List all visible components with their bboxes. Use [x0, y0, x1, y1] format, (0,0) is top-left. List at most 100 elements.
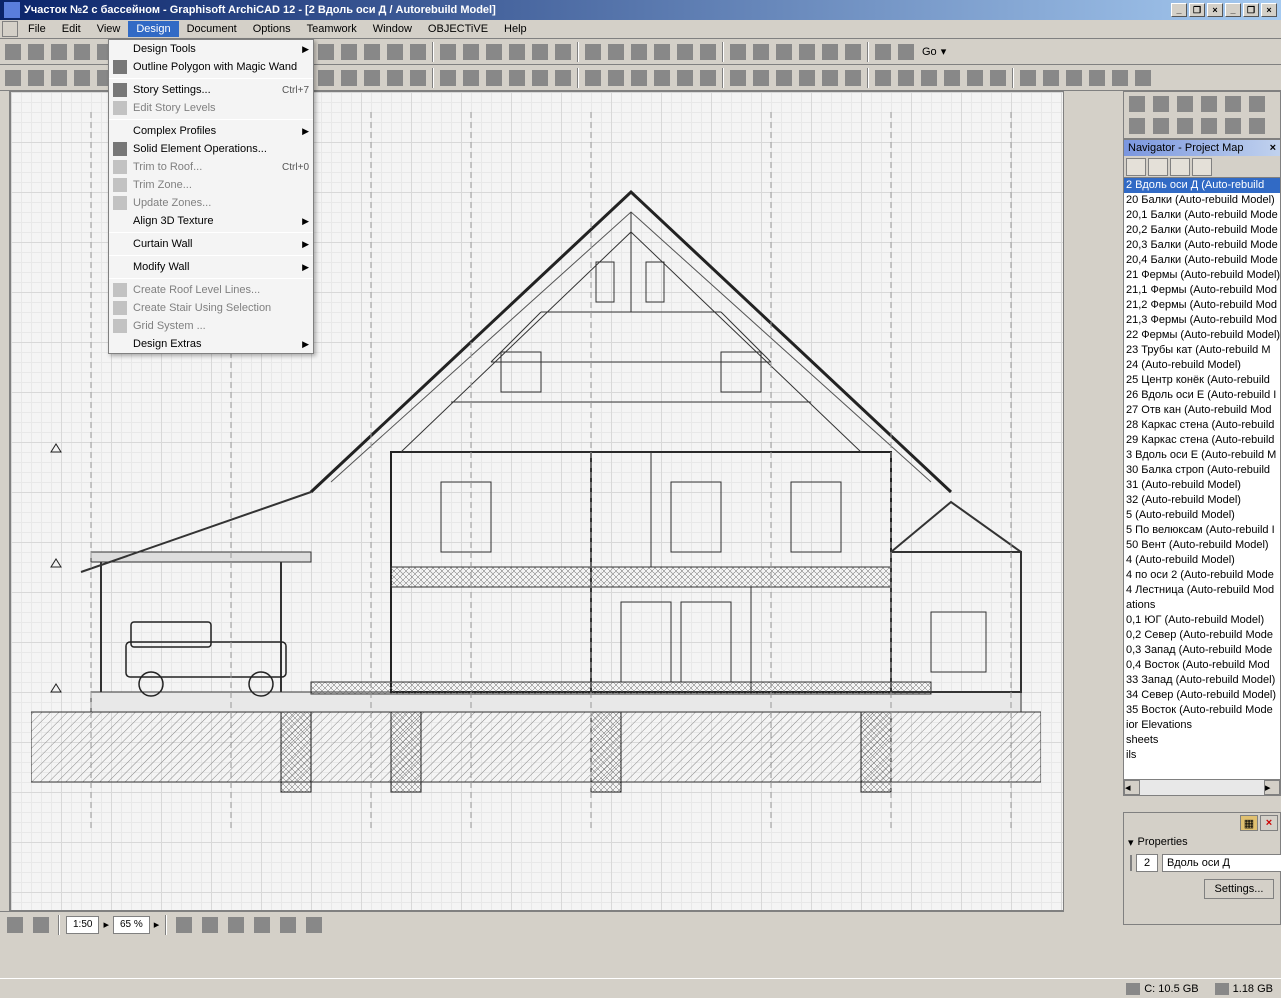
- toolbar2-btn-26[interactable]: [628, 67, 650, 89]
- toolbar1-btn-30[interactable]: [727, 41, 749, 63]
- toolbar1-btn-3[interactable]: [71, 41, 93, 63]
- toolbar1-btn-15[interactable]: [361, 41, 383, 63]
- toolbar1-btn-25[interactable]: [605, 41, 627, 63]
- navigator-item[interactable]: ils: [1124, 748, 1280, 763]
- toolbar1-btn-13[interactable]: [315, 41, 337, 63]
- navigator-item[interactable]: sheets: [1124, 733, 1280, 748]
- toolbar2-btn-15[interactable]: [361, 67, 383, 89]
- props-btn-1[interactable]: ▦: [1240, 815, 1258, 831]
- toolbar1-btn-34[interactable]: [819, 41, 841, 63]
- navigator-item[interactable]: 20,1 Балки (Auto-rebuild Mode: [1124, 208, 1280, 223]
- toolbar1-btn-23[interactable]: [552, 41, 574, 63]
- toolbar2-btn-34[interactable]: [819, 67, 841, 89]
- design-menu-item-1[interactable]: Outline Polygon with Magic Wand: [109, 58, 313, 76]
- navigator-item[interactable]: 21,3 Фермы (Auto-rebuild Mod: [1124, 313, 1280, 328]
- props-close-icon[interactable]: ×: [1260, 815, 1278, 831]
- toolbar1-btn-26[interactable]: [628, 41, 650, 63]
- toolbar2-btn-38[interactable]: [918, 67, 940, 89]
- close-button[interactable]: ×: [1207, 3, 1223, 17]
- navigator-item[interactable]: 35 Восток (Auto-rebuild Mode: [1124, 703, 1280, 718]
- navigator-item[interactable]: 4 по оси 2 (Auto-rebuild Mode: [1124, 568, 1280, 583]
- menu-window[interactable]: Window: [365, 21, 420, 37]
- navigator-item[interactable]: 21 Фермы (Auto-rebuild Model): [1124, 268, 1280, 283]
- toolbar2-btn-41[interactable]: [987, 67, 1009, 89]
- navigator-item[interactable]: 25 Центр конёк (Auto-rebuild: [1124, 373, 1280, 388]
- toolbar2-btn-39[interactable]: [941, 67, 963, 89]
- toolbar1-btn-1[interactable]: [25, 41, 47, 63]
- toolbar2-btn-44[interactable]: [1063, 67, 1085, 89]
- mini-tool-3[interactable]: [1198, 94, 1220, 114]
- navigator-item[interactable]: 22 Фермы (Auto-rebuild Model): [1124, 328, 1280, 343]
- doc-maximize-button[interactable]: ❐: [1243, 3, 1259, 17]
- bt-nav-2[interactable]: [30, 914, 52, 936]
- navigator-item[interactable]: 20,4 Балки (Auto-rebuild Mode: [1124, 253, 1280, 268]
- toolbar1-btn-20[interactable]: [483, 41, 505, 63]
- toolbar1-btn-32[interactable]: [773, 41, 795, 63]
- nav-view-2-button[interactable]: [1148, 158, 1168, 176]
- navigator-item[interactable]: 3 Вдоль оси Е (Auto-rebuild M: [1124, 448, 1280, 463]
- toolbar1-btn-37[interactable]: [895, 41, 917, 63]
- toolbar1-btn-33[interactable]: [796, 41, 818, 63]
- nav-view-3-button[interactable]: [1170, 158, 1190, 176]
- toolbar2-btn-25[interactable]: [605, 67, 627, 89]
- bt-tool-d[interactable]: [251, 914, 273, 936]
- toolbar2-btn-19[interactable]: [460, 67, 482, 89]
- toolbar1-btn-14[interactable]: [338, 41, 360, 63]
- navigator-item[interactable]: 23 Трубы кат (Auto-rebuild M: [1124, 343, 1280, 358]
- menu-teamwork[interactable]: Teamwork: [299, 21, 365, 37]
- design-menu-item-0[interactable]: Design Tools▶: [109, 40, 313, 58]
- mini-tool-2[interactable]: [1174, 94, 1196, 114]
- toolbar1-btn-28[interactable]: [674, 41, 696, 63]
- zoom-field[interactable]: 65 %: [113, 916, 150, 934]
- navigator-close-icon[interactable]: ×: [1270, 142, 1276, 154]
- design-menu-item-3[interactable]: Story Settings...Ctrl+7: [109, 81, 313, 99]
- mini-tool-11[interactable]: [1246, 116, 1268, 136]
- toolbar2-btn-40[interactable]: [964, 67, 986, 89]
- mini-tool-9[interactable]: [1198, 116, 1220, 136]
- toolbar2-btn-36[interactable]: [872, 67, 894, 89]
- design-menu-item-13[interactable]: Curtain Wall▶: [109, 235, 313, 253]
- menu-document[interactable]: Document: [179, 21, 245, 37]
- navigator-item[interactable]: 2 Вдоль оси Д (Auto-rebuild: [1124, 178, 1280, 193]
- navigator-hscroll[interactable]: ◂ ▸: [1124, 779, 1280, 795]
- scroll-track[interactable]: [1140, 780, 1264, 795]
- element-type-icon[interactable]: [1130, 855, 1132, 871]
- menu-objective[interactable]: OBJECTiVE: [420, 21, 496, 37]
- toolbar2-btn-16[interactable]: [384, 67, 406, 89]
- toolbar1-btn-18[interactable]: [437, 41, 459, 63]
- scale-dropdown-icon[interactable]: ▸: [103, 918, 109, 931]
- toolbar2-btn-46[interactable]: [1109, 67, 1131, 89]
- nav-view-4-button[interactable]: [1192, 158, 1212, 176]
- toolbar2-btn-28[interactable]: [674, 67, 696, 89]
- navigator-item[interactable]: 20,2 Балки (Auto-rebuild Mode: [1124, 223, 1280, 238]
- design-menu-item-11[interactable]: Align 3D Texture▶: [109, 212, 313, 230]
- mini-tool-8[interactable]: [1174, 116, 1196, 136]
- bt-tool-a[interactable]: [173, 914, 195, 936]
- toolbar2-btn-37[interactable]: [895, 67, 917, 89]
- toolbar2-btn-22[interactable]: [529, 67, 551, 89]
- menu-file[interactable]: File: [20, 21, 54, 37]
- navigator-item[interactable]: 30 Балка строп (Auto-rebuild: [1124, 463, 1280, 478]
- zoom-dropdown-icon[interactable]: ▸: [154, 918, 160, 931]
- bt-tool-e[interactable]: [277, 914, 299, 936]
- toolbar2-btn-3[interactable]: [71, 67, 93, 89]
- bt-tool-c[interactable]: [225, 914, 247, 936]
- system-menu-icon[interactable]: [2, 21, 18, 37]
- toolbar1-btn-24[interactable]: [582, 41, 604, 63]
- menu-options[interactable]: Options: [245, 21, 299, 37]
- toolbar1-btn-31[interactable]: [750, 41, 772, 63]
- properties-header[interactable]: ▾ Properties: [1124, 833, 1280, 851]
- navigator-item[interactable]: 50 Вент (Auto-rebuild Model): [1124, 538, 1280, 553]
- navigator-item[interactable]: 0,3 Запад (Auto-rebuild Mode: [1124, 643, 1280, 658]
- mini-tool-4[interactable]: [1222, 94, 1244, 114]
- toolbar2-btn-24[interactable]: [582, 67, 604, 89]
- nav-view-1-button[interactable]: [1126, 158, 1146, 176]
- toolbar2-btn-31[interactable]: [750, 67, 772, 89]
- toolbar2-btn-30[interactable]: [727, 67, 749, 89]
- navigator-item[interactable]: 20 Балки (Auto-rebuild Model): [1124, 193, 1280, 208]
- navigator-item[interactable]: 5 (Auto-rebuild Model): [1124, 508, 1280, 523]
- navigator-item[interactable]: 28 Каркас стена (Auto-rebuild: [1124, 418, 1280, 433]
- element-number-input[interactable]: [1136, 854, 1158, 872]
- design-menu-item-7[interactable]: Solid Element Operations...: [109, 140, 313, 158]
- doc-minimize-button[interactable]: _: [1225, 3, 1241, 17]
